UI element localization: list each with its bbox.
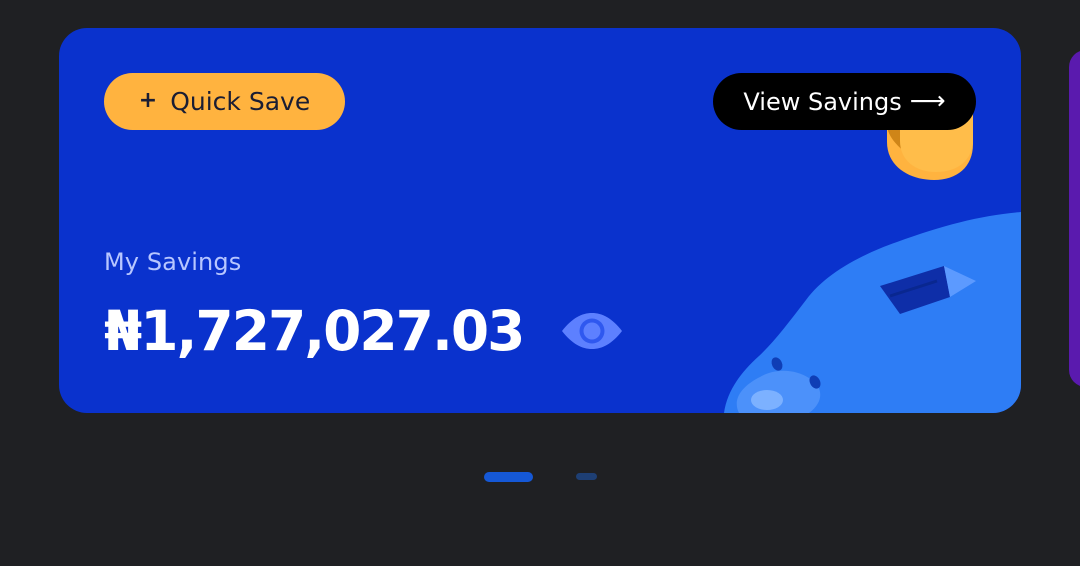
savings-screen: + Quick Save View Savings ⟶ My Savings ₦… [0, 0, 1080, 566]
quick-save-button[interactable]: + Quick Save [104, 73, 345, 130]
balance-row: ₦1,727,027.03 [104, 296, 624, 366]
savings-balance: ₦1,727,027.03 [104, 298, 525, 363]
arrow-right-icon: ⟶ [909, 86, 946, 115]
view-savings-button[interactable]: View Savings ⟶ [713, 73, 976, 130]
quick-save-label: Quick Save [170, 87, 311, 116]
savings-card[interactable]: + Quick Save View Savings ⟶ My Savings ₦… [59, 28, 1021, 413]
my-savings-label: My Savings [104, 248, 242, 276]
next-savings-card-preview[interactable] [1069, 50, 1080, 387]
carousel-indicator-next[interactable] [576, 473, 597, 480]
plus-icon: + [138, 87, 158, 113]
view-savings-label: View Savings [743, 87, 902, 116]
carousel-indicator-active[interactable] [484, 472, 533, 482]
eye-icon[interactable] [560, 312, 624, 350]
piggy-bank-illustration [724, 212, 1021, 413]
